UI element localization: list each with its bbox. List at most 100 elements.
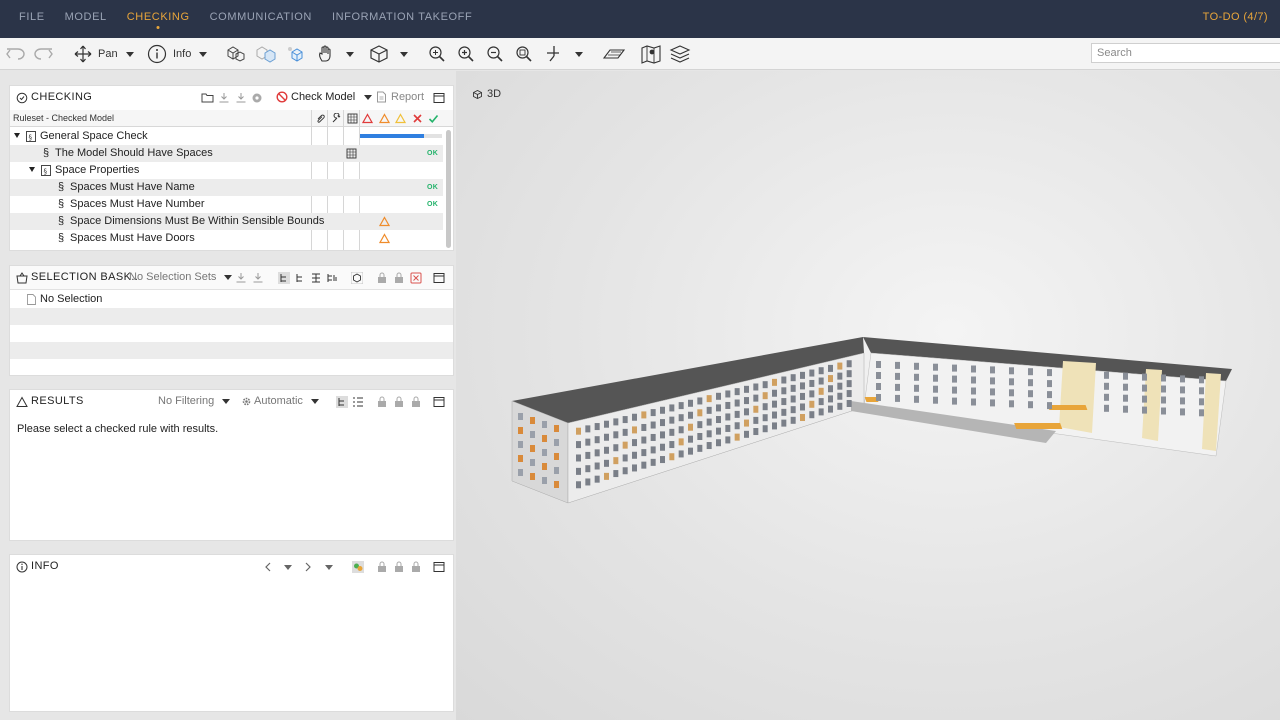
rule-row[interactable]: § Space Properties [10,162,443,179]
properties-icon[interactable] [352,561,364,573]
zoom-selected-button[interactable] [428,42,446,66]
building-model[interactable] [456,71,1280,720]
settings-dot-icon[interactable] [251,92,263,104]
menu-tab-information-takeoff[interactable]: INFORMATION TAKEOFF [322,0,482,38]
menu-tab-model[interactable]: MODEL [55,0,117,38]
filter-dropdown[interactable]: No Filtering [158,395,231,407]
window [790,406,796,414]
chevron-down-icon[interactable] [284,565,292,570]
section-tool-button[interactable] [545,42,583,66]
search-input[interactable] [1091,43,1280,63]
ghost-models-button[interactable] [254,42,278,66]
chevron-down-icon[interactable] [346,51,354,57]
chevron-down-icon[interactable] [400,51,408,57]
rule-row[interactable]: § Space Dimensions Must Be Within Sensib… [10,213,443,230]
pan-tool-button[interactable]: Pan [74,42,134,66]
window [650,446,656,454]
rule-label: Space Properties [55,164,140,176]
3d-viewport[interactable] [456,71,1280,720]
window [753,383,759,391]
maximize-panel-icon[interactable] [433,272,445,284]
zoom-in-icon [458,46,474,62]
selection-item[interactable]: No Selection [10,291,453,308]
window [876,361,881,368]
selection-cube-icon[interactable] [351,272,363,284]
info-tool-button[interactable]: Info [147,42,208,66]
rule-row[interactable]: § The Model Should Have Spaces OK [10,145,443,162]
layers-button[interactable] [669,42,691,66]
show-all-models-button[interactable] [225,42,247,66]
lock-icon[interactable] [376,396,388,408]
gear-icon [242,397,251,405]
download-icon[interactable] [218,92,230,104]
window [632,426,637,434]
undo-button[interactable] [5,42,27,66]
hierarchy-icon[interactable] [278,272,290,284]
collapse-arrow-icon[interactable] [29,167,35,172]
report-button[interactable]: Report [376,91,424,103]
table-icon[interactable] [346,148,357,159]
checking-scrollbar[interactable] [446,130,451,248]
window [554,481,559,488]
main-toolbar: Pan Info [0,38,1280,70]
window [1142,395,1147,403]
lock-icon[interactable] [393,561,405,573]
rule-row[interactable]: § Spaces Must Have Doors [10,230,443,247]
lock-icon[interactable] [393,396,405,408]
zoom-in-button[interactable] [457,42,475,66]
window [734,433,740,441]
redo-button[interactable] [32,42,54,66]
export-icon[interactable] [252,272,264,284]
export-icon[interactable] [235,92,247,104]
floor-plan-button[interactable] [602,42,626,66]
chevron-down-icon[interactable] [325,565,333,570]
menu-tab-file[interactable]: FILE [9,0,55,38]
collapse-arrow-icon[interactable] [14,133,20,138]
chevron-down-icon[interactable] [199,51,208,57]
maximize-panel-icon[interactable] [433,92,445,104]
window [781,376,787,384]
chevron-right-icon[interactable] [302,561,314,573]
chevron-down-icon[interactable] [364,94,373,100]
lock-icon[interactable] [410,561,422,573]
window [753,394,759,402]
zoom-fit-icon [429,46,445,62]
hide-tool-button[interactable] [316,42,354,66]
rule-row[interactable]: § Spaces Must Have Name OK [10,179,443,196]
rule-row[interactable]: § Spaces Must Have Number OK [10,196,443,213]
clear-selection-icon[interactable] [410,272,422,284]
menu-tab-checking[interactable]: CHECKING [117,0,200,38]
chevron-left-icon[interactable] [262,561,274,573]
filter-tree-icon[interactable] [326,272,338,284]
check-model-label: Check Model [291,91,356,103]
main-menu-bar: FILE MODEL CHECKING COMMUNICATION INFORM… [0,0,1280,38]
lock-icon[interactable] [376,272,388,284]
group-icon[interactable] [310,272,322,284]
chevron-down-icon[interactable] [125,51,134,57]
hierarchy-icon[interactable] [336,396,348,408]
window [734,422,740,430]
map-button[interactable] [640,42,662,66]
view-tab-3d[interactable]: 3D [472,88,501,100]
view-mode-button[interactable] [368,42,408,66]
window [1142,373,1147,381]
selection-sets-dropdown[interactable]: No Selection Sets [129,271,233,283]
automatic-mode-dropdown[interactable]: Automatic [241,395,319,407]
menu-tab-communication[interactable]: COMMUNICATION [200,0,322,38]
zoom-out-button[interactable] [486,42,504,66]
todo-counter[interactable]: TO-DO (4/7) [1203,0,1268,34]
isolate-model-button[interactable] [284,42,306,66]
lock-icon[interactable] [393,272,405,284]
maximize-panel-icon[interactable] [433,396,445,408]
lock-icon[interactable] [376,561,388,573]
list-icon[interactable] [352,396,364,408]
open-folder-icon[interactable] [201,92,214,104]
check-model-button[interactable]: Check Model [276,91,373,103]
lock-icon[interactable] [410,396,422,408]
import-icon[interactable] [235,272,247,284]
rule-row[interactable]: § General Space Check [10,128,443,145]
zoom-extents-button[interactable] [515,42,533,66]
maximize-panel-icon[interactable] [433,561,445,573]
chevron-down-icon[interactable] [575,51,583,57]
tree-icon[interactable] [294,272,306,284]
